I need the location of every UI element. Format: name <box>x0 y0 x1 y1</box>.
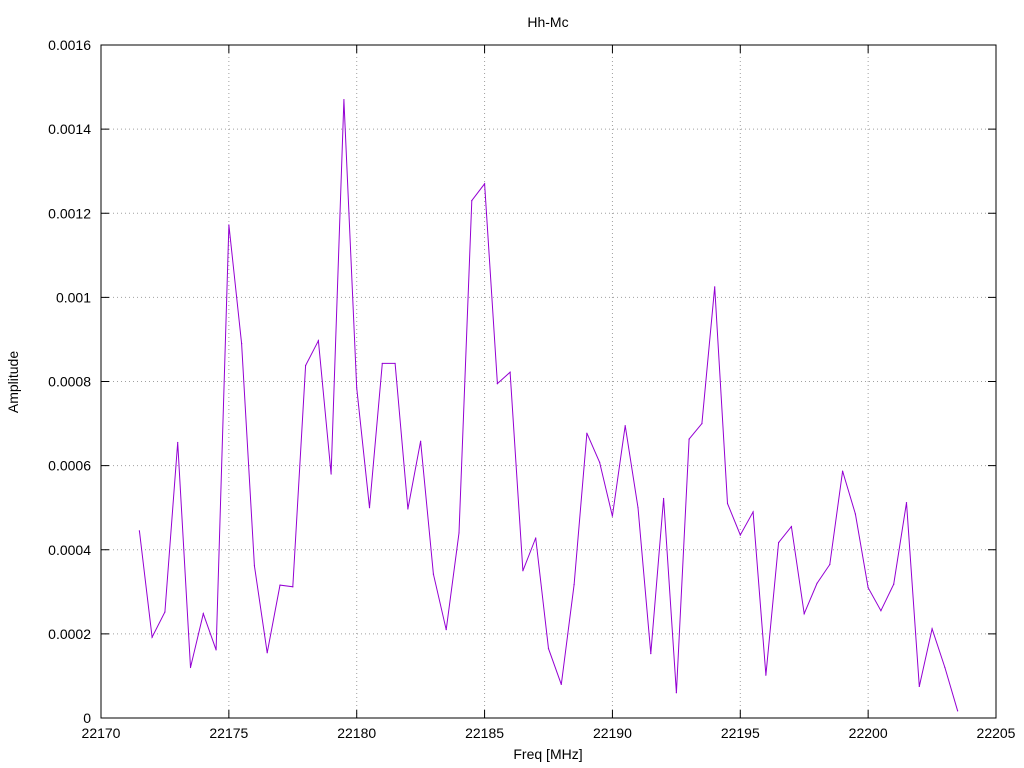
data-point <box>662 497 665 500</box>
data-point <box>471 200 473 202</box>
y-tick-label: 0.001 <box>56 289 91 305</box>
data-point <box>957 710 959 712</box>
data-point <box>688 438 690 440</box>
data-point <box>841 470 844 472</box>
data-point <box>330 473 332 475</box>
line-chart: 22170 22175 22180 22185 22190 22195 22200 22205… <box>0 0 1024 768</box>
data-point <box>356 387 358 389</box>
data-point <box>151 636 153 638</box>
data-point <box>535 537 537 539</box>
y-tick-label: 0.0006 <box>48 458 91 474</box>
data-point <box>189 666 192 669</box>
data-point <box>790 526 793 528</box>
data-point <box>573 584 575 586</box>
x-tick-label: 22185 <box>465 725 504 741</box>
data-point <box>509 371 511 373</box>
data-point <box>496 383 498 385</box>
data-point <box>752 511 754 513</box>
data-point <box>547 647 550 650</box>
data-point <box>522 570 524 572</box>
data-point <box>701 422 703 425</box>
data-point <box>803 613 805 615</box>
data-point <box>394 362 396 365</box>
x-tick-label: 22170 <box>82 725 121 741</box>
data-point <box>905 502 908 504</box>
data-point <box>215 649 217 651</box>
data-point <box>637 507 639 509</box>
x-tick-label: 22200 <box>849 725 888 741</box>
data-point <box>458 532 460 534</box>
data-point <box>292 586 294 588</box>
data-point <box>650 653 652 655</box>
data-point <box>726 502 729 505</box>
data-point <box>266 652 268 654</box>
data-point <box>611 515 614 517</box>
y-tick-label: 0.0016 <box>48 37 91 53</box>
data-point <box>816 582 818 585</box>
data-point <box>445 629 447 631</box>
chart-background <box>0 0 1024 768</box>
y-tick-label: 0.0012 <box>48 205 91 221</box>
y-tick-label: 0.0014 <box>48 121 91 137</box>
x-tick-label: 22190 <box>593 725 632 741</box>
data-point <box>854 513 856 515</box>
data-point <box>714 286 716 288</box>
data-point <box>202 613 204 615</box>
data-point <box>624 425 626 427</box>
data-point <box>867 587 869 589</box>
data-point <box>483 183 486 185</box>
data-point <box>880 610 882 612</box>
data-point <box>317 340 319 342</box>
data-point <box>931 628 933 630</box>
chart-title: Hh-Mc <box>527 14 568 30</box>
data-point <box>944 666 946 669</box>
x-tick-label: 22195 <box>721 725 760 741</box>
data-point <box>586 432 588 434</box>
y-tick-label: 0.0004 <box>48 542 91 558</box>
data-point <box>407 508 409 510</box>
data-point <box>829 563 831 566</box>
y-tick-label: 0.0002 <box>48 626 91 642</box>
data-point <box>164 611 166 613</box>
data-point <box>432 573 435 575</box>
data-point <box>739 534 741 536</box>
data-point <box>253 565 256 567</box>
data-point <box>778 541 780 544</box>
x-axis-title: Freq [MHz] <box>513 746 582 762</box>
data-point <box>279 584 281 586</box>
data-point <box>420 440 422 442</box>
data-point <box>304 364 307 367</box>
data-point <box>675 692 677 694</box>
data-point <box>177 441 179 444</box>
data-point <box>918 685 920 688</box>
y-tick-label: 0 <box>83 710 91 726</box>
y-axis-title: Amplitude <box>5 351 21 413</box>
x-tick-label: 22180 <box>337 725 376 741</box>
data-point <box>560 683 562 685</box>
data-point <box>381 362 383 365</box>
data-point <box>599 461 601 463</box>
data-point <box>343 99 345 101</box>
data-point <box>765 674 767 676</box>
data-point <box>138 530 140 532</box>
data-point <box>893 583 895 585</box>
y-tick-label: 0.0008 <box>48 374 91 390</box>
x-tick-label: 22175 <box>209 725 248 741</box>
data-point <box>228 224 230 226</box>
data-point <box>241 343 243 345</box>
x-tick-label: 22205 <box>977 725 1016 741</box>
data-point <box>368 507 371 509</box>
